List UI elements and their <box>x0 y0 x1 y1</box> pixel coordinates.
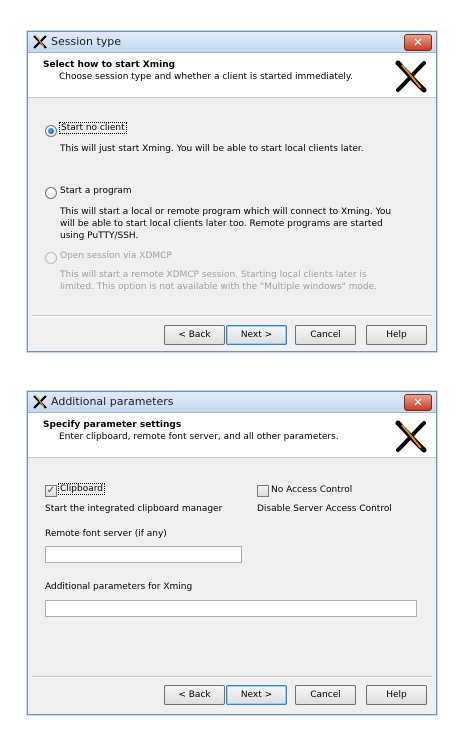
window-title: Additional parameters <box>51 395 174 408</box>
start-program-label[interactable]: Start a program <box>60 186 132 196</box>
close-button[interactable]: ✕ <box>404 394 432 411</box>
no-access-control-label[interactable]: No Access Control <box>271 485 352 495</box>
wizard-header: Select how to start Xming Choose session… <box>28 53 436 98</box>
wizard-header: Specify parameter settings Enter clipboa… <box>28 413 436 458</box>
header-title: Select how to start Xming <box>43 60 176 70</box>
cancel-button[interactable]: Cancel <box>295 325 356 345</box>
wizard-body: Start no client This will just start Xmi… <box>28 98 436 351</box>
wizard-body: ✓ Clipboard Start the integrated clipboa… <box>28 458 436 714</box>
xdmcp-radio <box>45 252 57 264</box>
header-subtitle: Choose session type and whether a client… <box>59 72 353 82</box>
separator <box>32 676 432 678</box>
no-access-control-description: Disable Server Access Control <box>257 504 392 514</box>
help-button[interactable]: Help <box>366 325 427 345</box>
xming-logo-icon <box>395 60 427 93</box>
back-button[interactable]: < Back <box>164 325 225 345</box>
xming-logo-icon <box>395 420 427 453</box>
title-bar[interactable]: Session type ✕ <box>28 32 436 53</box>
extra-params-label: Additional parameters for Xming <box>45 582 193 592</box>
back-button[interactable]: < Back <box>164 685 225 705</box>
next-button[interactable]: Next > <box>226 325 287 345</box>
title-bar[interactable]: Additional parameters ✕ <box>28 392 436 413</box>
no-access-control-checkbox[interactable] <box>257 485 269 497</box>
header-subtitle: Enter clipboard, remote font server, and… <box>59 432 339 442</box>
start-no-client-description: This will just start Xming. You will be … <box>60 144 364 154</box>
font-server-label: Remote font server (if any) <box>45 529 167 539</box>
clipboard-text: Clipboard <box>58 483 105 495</box>
clipboard-label[interactable]: Clipboard <box>58 483 105 495</box>
help-button[interactable]: Help <box>366 685 427 705</box>
start-no-client-radio[interactable] <box>45 125 57 137</box>
start-no-client-text: Start no client <box>59 122 127 134</box>
cancel-button[interactable]: Cancel <box>295 685 356 705</box>
start-no-client-label[interactable]: Start no client <box>59 122 127 134</box>
additional-parameters-dialog: Additional parameters ✕ Specify paramete… <box>27 391 437 715</box>
xdmcp-label: Open session via XDMCP <box>60 251 172 261</box>
start-program-radio[interactable] <box>45 187 57 199</box>
close-button[interactable]: ✕ <box>404 34 432 51</box>
xdmcp-description: This will start a remote XDMCP session. … <box>60 270 378 292</box>
clipboard-checkbox[interactable]: ✓ <box>45 485 57 497</box>
session-type-dialog: Session type ✕ Select how to start Xming… <box>27 31 437 352</box>
next-button[interactable]: Next > <box>226 685 287 705</box>
separator <box>32 315 432 317</box>
font-server-input[interactable] <box>45 546 242 563</box>
clipboard-description: Start the integrated clipboard manager <box>45 504 223 514</box>
header-title: Specify parameter settings <box>43 420 182 430</box>
window-title: Session type <box>51 35 122 48</box>
xming-app-icon <box>33 395 47 409</box>
xming-app-icon <box>33 35 47 49</box>
extra-params-input[interactable] <box>45 600 417 617</box>
start-program-description: This will start a local or remote progra… <box>60 207 392 241</box>
